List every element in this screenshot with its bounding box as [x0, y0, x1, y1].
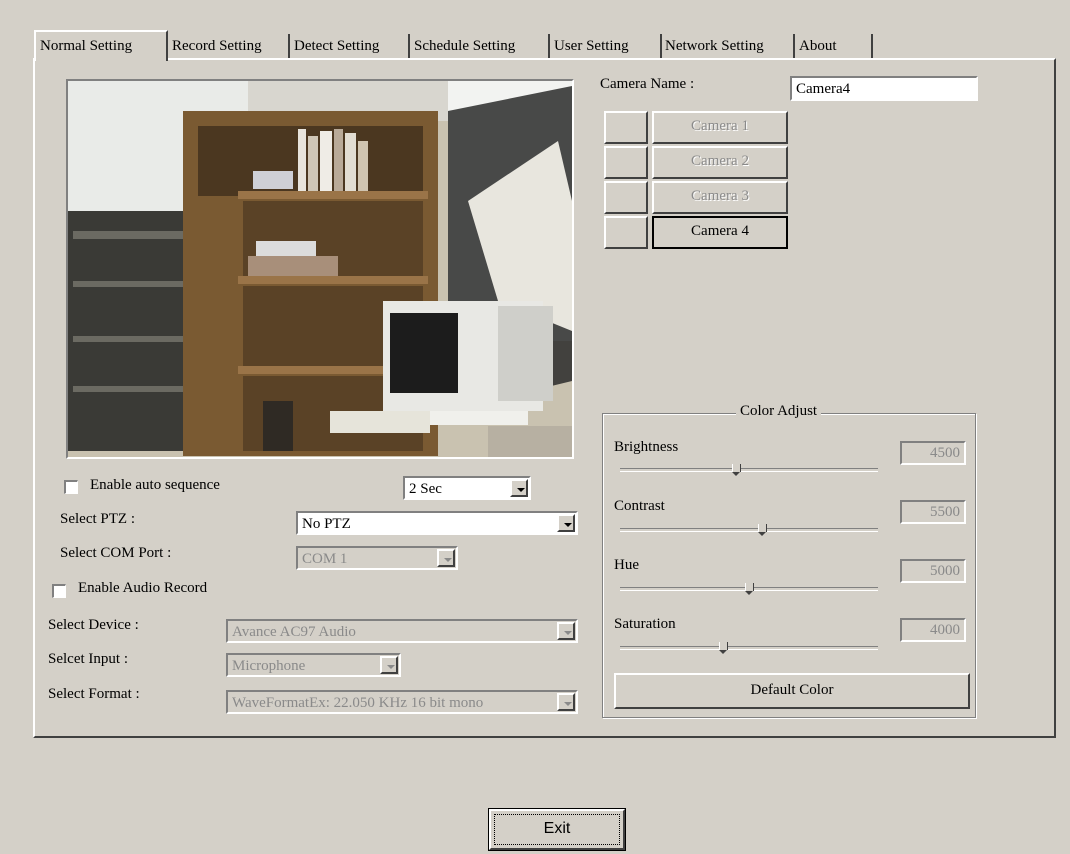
- camera-3-indicator: [604, 181, 648, 214]
- tab-label: Detect Setting: [294, 38, 380, 54]
- camera-name-label: Camera Name :: [600, 76, 695, 92]
- camera-4-indicator: [604, 216, 648, 249]
- com-port-select[interactable]: COM 1: [296, 546, 458, 570]
- tab-network-setting[interactable]: Network Setting: [661, 34, 795, 58]
- ptz-value: No PTZ: [302, 516, 351, 532]
- camera-4-label: Camera 4: [691, 223, 749, 239]
- camera-preview: [66, 79, 574, 459]
- camera-2-indicator: [604, 146, 648, 179]
- brightness-value-box: 4500: [900, 441, 966, 465]
- tab-record-setting[interactable]: Record Setting: [168, 34, 290, 58]
- hue-value: 5000: [930, 563, 960, 579]
- auto-sequence-label: Enable auto sequence: [90, 477, 220, 493]
- camera-2-label: Camera 2: [691, 153, 749, 169]
- slider-track: [620, 528, 878, 532]
- saturation-value-box: 4000: [900, 618, 966, 642]
- slider-track: [620, 646, 878, 650]
- input-value: Microphone: [232, 658, 306, 674]
- device-select[interactable]: Avance AC97 Audio: [226, 619, 578, 643]
- hue-slider[interactable]: [620, 577, 880, 599]
- tab-about[interactable]: About: [795, 34, 873, 58]
- camera-2-button[interactable]: Camera 2: [652, 146, 788, 179]
- chevron-down-icon[interactable]: [510, 479, 528, 497]
- sequence-interval-value: 2 Sec: [409, 481, 442, 497]
- camera-1-indicator: [604, 111, 648, 144]
- ptz-select[interactable]: No PTZ: [296, 511, 578, 535]
- device-value: Avance AC97 Audio: [232, 624, 356, 640]
- camera-1-button[interactable]: Camera 1: [652, 111, 788, 144]
- device-label: Select Device :: [48, 617, 139, 633]
- chevron-down-icon[interactable]: [557, 693, 575, 711]
- camera-preview-image: [68, 81, 572, 457]
- hue-value-box: 5000: [900, 559, 966, 583]
- tab-label: Network Setting: [665, 38, 764, 54]
- chevron-down-icon[interactable]: [557, 622, 575, 640]
- contrast-value: 5500: [930, 504, 960, 520]
- camera-3-label: Camera 3: [691, 188, 749, 204]
- color-adjust-title: Color Adjust: [736, 403, 822, 420]
- com-port-value: COM 1: [302, 551, 348, 567]
- audio-record-checkbox[interactable]: [52, 584, 66, 598]
- ptz-label: Select PTZ :: [60, 511, 135, 527]
- tab-normal-setting[interactable]: Normal Setting: [34, 30, 168, 61]
- tab-detect-setting[interactable]: Detect Setting: [290, 34, 410, 58]
- camera-4-button[interactable]: Camera 4: [652, 216, 788, 249]
- saturation-slider[interactable]: [620, 636, 880, 658]
- slider-track: [620, 468, 878, 472]
- input-label: Selcet Input :: [48, 651, 128, 667]
- exit-button[interactable]: Exit: [488, 808, 626, 851]
- brightness-label: Brightness: [614, 439, 679, 455]
- contrast-label: Contrast: [614, 498, 665, 514]
- chevron-down-icon[interactable]: [380, 656, 398, 674]
- camera-3-button[interactable]: Camera 3: [652, 181, 788, 214]
- hue-label: Hue: [614, 557, 639, 573]
- tab-label: About: [799, 38, 837, 54]
- tab-label: Record Setting: [172, 38, 262, 54]
- contrast-value-box: 5500: [900, 500, 966, 524]
- default-color-button[interactable]: Default Color: [614, 673, 970, 709]
- chevron-down-icon[interactable]: [557, 514, 575, 532]
- default-color-label: Default Color: [750, 682, 834, 698]
- exit-label: Exit: [543, 820, 571, 837]
- format-label: Select Format :: [48, 686, 140, 702]
- brightness-value: 4500: [930, 445, 960, 461]
- format-value: WaveFormatEx: 22.050 KHz 16 bit mono: [232, 695, 484, 711]
- saturation-value: 4000: [930, 622, 960, 638]
- com-port-label: Select COM Port :: [60, 545, 172, 561]
- saturation-label: Saturation: [614, 616, 676, 632]
- tab-label: Normal Setting: [40, 38, 133, 54]
- sequence-interval-select[interactable]: 2 Sec: [403, 476, 531, 500]
- auto-sequence-checkbox[interactable]: [64, 480, 78, 494]
- brightness-slider[interactable]: [620, 458, 880, 480]
- input-select[interactable]: Microphone: [226, 653, 401, 677]
- tab-label: User Setting: [554, 38, 629, 54]
- chevron-down-icon[interactable]: [437, 549, 455, 567]
- audio-record-label: Enable Audio Record: [78, 580, 208, 596]
- tab-schedule-setting[interactable]: Schedule Setting: [410, 34, 550, 58]
- camera-name-value: Camera4: [796, 81, 851, 97]
- tab-user-setting[interactable]: User Setting: [550, 34, 662, 58]
- tab-label: Schedule Setting: [414, 38, 516, 54]
- camera-1-label: Camera 1: [691, 118, 749, 134]
- contrast-slider[interactable]: [620, 518, 880, 540]
- format-select[interactable]: WaveFormatEx: 22.050 KHz 16 bit mono: [226, 690, 578, 714]
- camera-name-input[interactable]: Camera4: [790, 76, 978, 101]
